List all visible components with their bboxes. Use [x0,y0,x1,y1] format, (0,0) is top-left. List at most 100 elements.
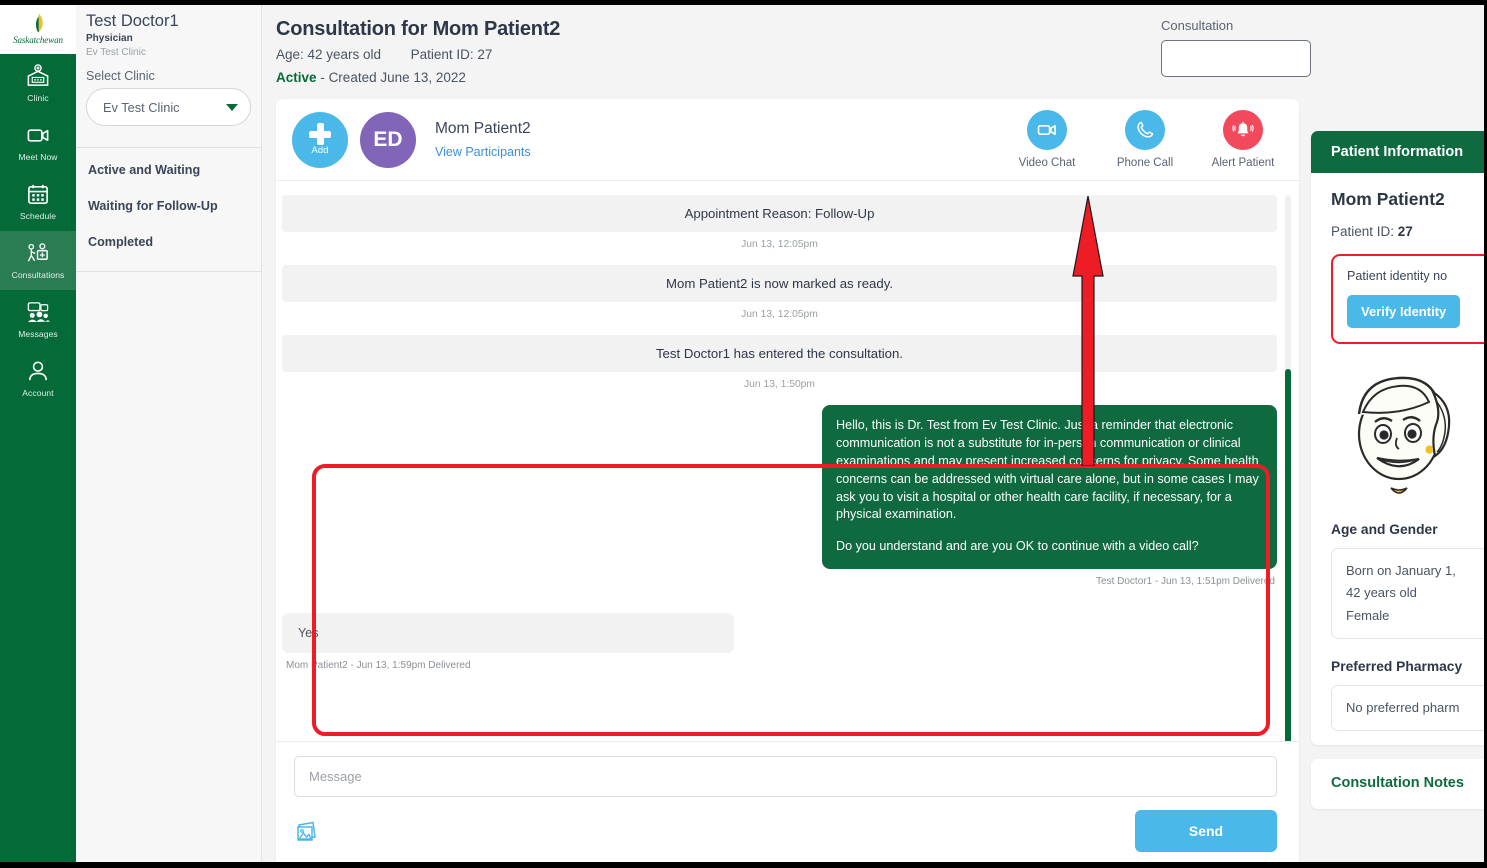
phone-call-button[interactable]: Phone Call [1109,110,1181,169]
nav-label: Messages [18,329,58,339]
messages-scrollbar-thumb[interactable] [1285,369,1291,741]
phone-call-circle [1125,110,1165,150]
patient-id-value: 27 [1398,224,1413,239]
screenshot-bottom-border [0,862,1487,868]
system-message-text: Mom Patient2 is now marked as ready. [282,265,1277,302]
filter-item-completed[interactable]: Completed [76,224,261,260]
filter-list: Active and Waiting Waiting for Follow-Up… [76,148,261,260]
screenshot-top-border [0,0,1487,5]
preferred-pharmacy-title: Preferred Pharmacy [1331,659,1487,674]
nav-label: Meet Now [18,152,57,162]
person-icon [25,359,51,384]
participant-name: Mom Patient2 [435,120,531,138]
divider-bottom [76,271,261,272]
action-label: Alert Patient [1212,157,1275,169]
alert-patient-button[interactable]: Alert Patient [1207,110,1279,169]
primary-nav-rail: Saskatchewan Clinic Meet Now [0,0,76,868]
action-label: Video Chat [1019,157,1076,169]
outgoing-message-paragraph: Do you understand and are you OK to cont… [836,538,1263,556]
patient-information-card: Patient Information Mom Patient2 Patient… [1311,131,1487,745]
add-participant-button[interactable]: Add [292,112,348,168]
view-participants-link[interactable]: View Participants [435,145,531,159]
clinic-icon [25,64,51,89]
consultations-icon [25,241,51,266]
main-content: Consultation for Mom Patient2 Age: 42 ye… [262,0,1311,868]
doctor-clinic: Ev Test Clinic [86,47,251,58]
composer-actions: Send [294,810,1277,852]
patient-meta: Age: 42 years old Patient ID: 27 [276,47,1311,62]
identity-status-text: Patient identity no [1347,269,1487,283]
video-camera-icon [25,123,51,148]
outgoing-message-bubble: Hello, this is Dr. Test from Ev Test Cli… [822,405,1277,569]
chat-actions: Video Chat Phone Call [1011,110,1285,169]
video-chat-button[interactable]: Video Chat [1011,110,1083,169]
age-gender-field: Born on January 1, 42 years old Female [1331,548,1487,639]
patient-information-body: Mom Patient2 Patient ID: 27 Patient iden… [1311,173,1487,745]
system-message: Appointment Reason: Follow-Up [282,195,1277,232]
preferred-pharmacy-field: No preferred pharm [1331,685,1487,731]
alert-patient-circle [1223,110,1263,150]
chat-header: Add ED Mom Patient2 View Participants [276,99,1299,181]
doctor-role: Physician [86,33,251,44]
clinic-select-value: Ev Test Clinic [103,100,180,115]
nav-label: Account [22,388,53,398]
sidebar-item-account[interactable]: Account [0,349,76,408]
patient-age: Age: 42 years old [276,47,381,62]
consultation-type-select-wrap: Consultation [1161,18,1311,77]
sidebar-item-clinic[interactable]: Clinic [0,54,76,113]
messages-icon [25,300,51,325]
patient-name: Mom Patient2 [1331,189,1487,210]
system-message-text: Appointment Reason: Follow-Up [282,195,1277,232]
status-badge: Active [276,70,317,85]
incoming-message-bubble: Yes [282,613,734,653]
patient-info-column: Patient Information Mom Patient2 Patient… [1311,0,1487,868]
wheat-logo-icon [29,12,47,34]
sidebar-item-messages[interactable]: Messages [0,290,76,349]
consultation-notes-card[interactable]: Consultation Notes [1311,759,1487,809]
status-line: Active - Created June 13, 2022 [276,70,1311,85]
saskatchewan-logo: Saskatchewan [0,0,76,54]
image-attachment-icon[interactable] [294,818,324,844]
page-title: Consultation for Mom Patient2 [276,18,1311,41]
video-chat-circle [1027,110,1067,150]
age-gender-title: Age and Gender [1331,522,1487,537]
messages-list: Appointment Reason: Follow-Up Jun 13, 12… [276,181,1299,741]
app-screen: Saskatchewan Clinic Meet Now [0,0,1487,868]
sidebar-item-schedule[interactable]: Schedule [0,172,76,231]
status-separator: - [320,70,325,85]
incoming-message-row: Yes [282,613,1277,653]
patient-avatar-illustration [1337,362,1467,497]
age-value: 42 years old [1346,582,1487,604]
clinic-filter-panel: Test Doctor1 Physician Ev Test Clinic Se… [76,0,262,868]
clinic-select[interactable]: Ev Test Clinic [86,88,251,126]
outgoing-message-paragraph: Hello, this is Dr. Test from Ev Test Cli… [836,417,1263,524]
nav-label: Clinic [27,93,48,103]
patient-id-row: Patient ID: 27 [1331,224,1487,239]
outgoing-message-meta: Test Doctor1 - Jun 13, 1:51pm Delivered [282,576,1277,587]
verify-identity-button[interactable]: Verify Identity [1347,295,1460,328]
filter-item-waiting-for-follow-up[interactable]: Waiting for Follow-Up [76,188,261,224]
patient-information-title: Patient Information [1311,131,1487,173]
message-input[interactable] [294,756,1277,797]
doctor-name: Test Doctor1 [86,12,251,30]
select-clinic-label: Select Clinic [86,69,251,83]
sidebar-item-meet-now[interactable]: Meet Now [0,113,76,172]
calendar-icon [25,182,51,207]
patient-id-label: Patient ID: [1331,224,1394,239]
system-message-time: Jun 13, 12:05pm [282,309,1277,320]
logo-wordmark: Saskatchewan [13,35,63,45]
outgoing-message-row: Hello, this is Dr. Test from Ev Test Cli… [282,405,1277,569]
video-camera-icon [1036,119,1058,141]
message-composer: Send [276,741,1299,868]
consultation-select[interactable] [1161,40,1311,77]
system-message-time: Jun 13, 1:50pm [282,379,1277,390]
chat-card: Add ED Mom Patient2 View Participants [276,99,1299,868]
add-label: Add [312,146,329,156]
doctor-block: Test Doctor1 Physician Ev Test Clinic Se… [76,0,261,136]
sidebar-item-consultations[interactable]: Consultations [0,231,76,290]
filter-item-active-and-waiting[interactable]: Active and Waiting [76,152,261,188]
avatar: ED [360,112,416,168]
send-button[interactable]: Send [1135,810,1277,852]
born-on-value: Born on January 1, [1346,560,1487,582]
system-message: Test Doctor1 has entered the consultatio… [282,335,1277,372]
